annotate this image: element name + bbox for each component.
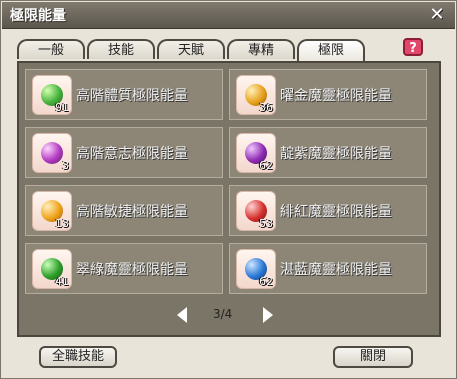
title-bar[interactable]: 極限能量 ✕ — [2, 2, 455, 29]
item-count: 62 — [259, 275, 273, 288]
blue-energy-orb-icon: 62 — [236, 249, 276, 289]
close-icon[interactable]: ✕ — [427, 5, 447, 25]
pagination: 3/4 — [177, 307, 277, 327]
red-energy-orb-icon: 53 — [236, 191, 276, 231]
purple-energy-orb-icon: 3 — [32, 133, 72, 173]
item-name: 緋紅魔靈極限能量 — [280, 204, 392, 220]
energy-item[interactable]: 53 緋紅魔靈極限能量 — [229, 185, 427, 236]
item-count: 53 — [259, 217, 273, 230]
tab-talents[interactable]: 天賦 — [157, 39, 225, 59]
extreme-energy-window: 極限能量 ✕ 一般 技能 天賦 專精 極限 ? 91 高階體質極限能量 36 曜… — [0, 0, 457, 379]
tab-specialization[interactable]: 專精 — [227, 39, 295, 59]
tab-skills[interactable]: 技能 — [87, 39, 155, 59]
item-count: 41 — [55, 275, 69, 288]
all-class-skills-button[interactable]: 全職技能 — [39, 346, 117, 368]
previous-page-arrow-icon[interactable] — [177, 307, 187, 323]
next-page-arrow-icon[interactable] — [263, 307, 273, 323]
item-name: 高階敏捷極限能量 — [76, 204, 188, 220]
item-count: 91 — [55, 101, 69, 114]
energy-item[interactable]: 62 靛紫魔靈極限能量 — [229, 127, 427, 178]
green-energy-orb-icon: 41 — [32, 249, 72, 289]
item-name: 高階意志極限能量 — [76, 146, 188, 162]
item-name: 高階體質極限能量 — [76, 88, 188, 104]
item-name: 靛紫魔靈極限能量 — [280, 146, 392, 162]
energy-item[interactable]: 36 曜金魔靈極限能量 — [229, 69, 427, 120]
energy-item[interactable]: 91 高階體質極限能量 — [25, 69, 223, 120]
window-title: 極限能量 — [10, 8, 66, 24]
energy-panel: 91 高階體質極限能量 36 曜金魔靈極限能量 3 高階意志極限能量 62 靛紫… — [17, 61, 441, 337]
tab-general[interactable]: 一般 — [17, 39, 85, 59]
close-button[interactable]: 關閉 — [333, 346, 413, 368]
orb-ball — [41, 142, 63, 164]
item-count: 13 — [55, 217, 69, 230]
energy-item[interactable]: 13 高階敏捷極限能量 — [25, 185, 223, 236]
item-count: 62 — [259, 159, 273, 172]
violet-energy-orb-icon: 62 — [236, 133, 276, 173]
energy-item[interactable]: 62 湛藍魔靈極限能量 — [229, 243, 427, 294]
gold-energy-orb-icon: 36 — [236, 75, 276, 115]
green-energy-orb-icon: 91 — [32, 75, 72, 115]
item-name: 翠綠魔靈極限能量 — [76, 262, 188, 278]
orange-energy-orb-icon: 13 — [32, 191, 72, 231]
page-indicator: 3/4 — [213, 307, 233, 321]
item-count: 3 — [62, 159, 69, 172]
item-name: 湛藍魔靈極限能量 — [280, 262, 392, 278]
item-name: 曜金魔靈極限能量 — [280, 88, 392, 104]
item-count: 36 — [259, 101, 273, 114]
tab-extreme[interactable]: 極限 — [297, 39, 365, 61]
energy-item[interactable]: 41 翠綠魔靈極限能量 — [25, 243, 223, 294]
energy-item[interactable]: 3 高階意志極限能量 — [25, 127, 223, 178]
help-icon[interactable]: ? — [403, 38, 423, 56]
